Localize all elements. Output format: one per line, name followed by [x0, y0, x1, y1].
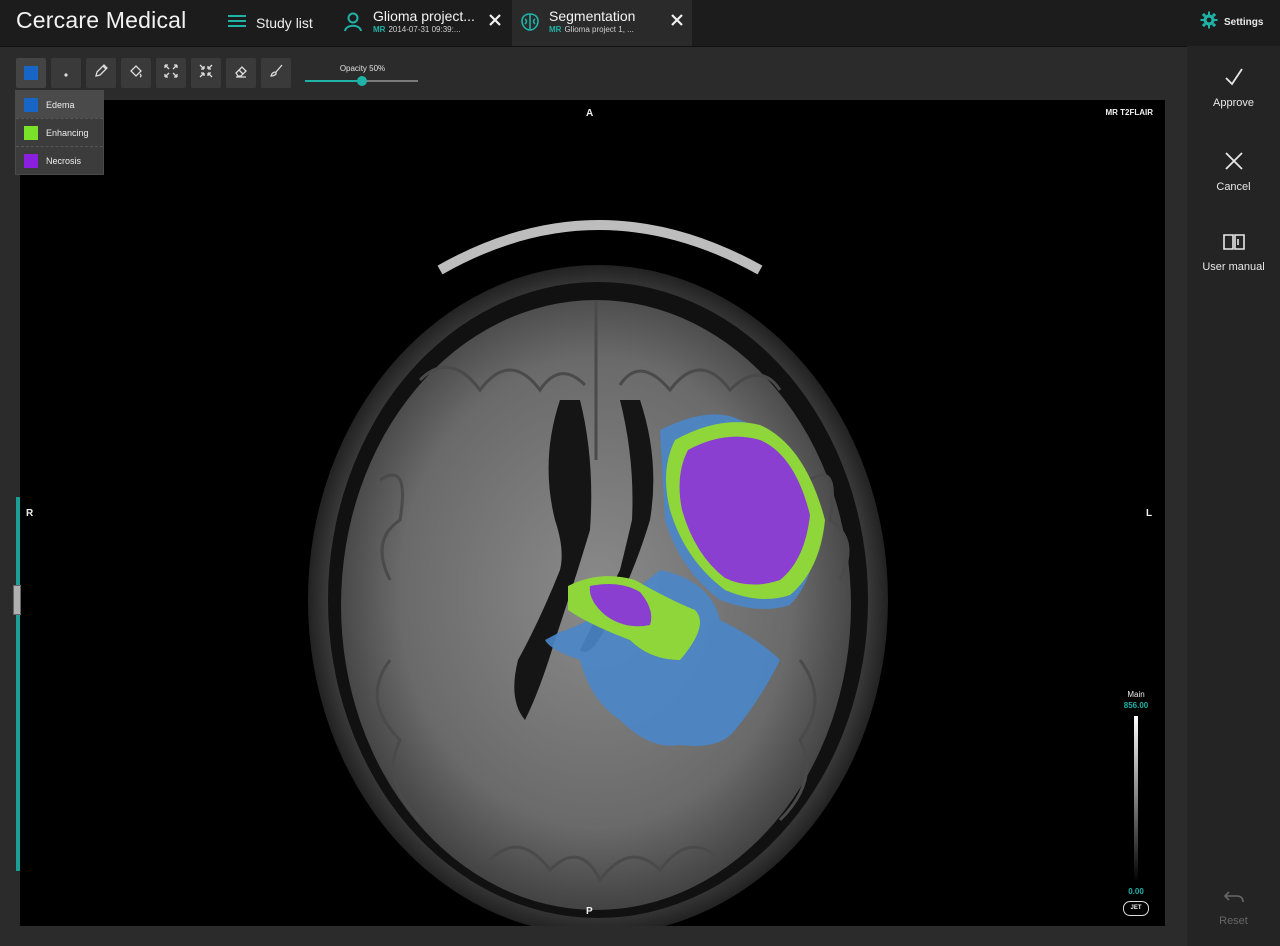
approve-label: Approve	[1213, 97, 1254, 109]
tab-title: Glioma project...	[373, 8, 475, 24]
gear-icon	[1200, 11, 1218, 34]
expand-icon	[163, 63, 179, 84]
eraser-icon	[233, 63, 249, 84]
lut-button[interactable]: JET	[1123, 901, 1149, 916]
user-icon	[344, 12, 362, 37]
settings-label: Settings	[1224, 17, 1264, 28]
fill-tool-button[interactable]	[121, 58, 151, 88]
action-panel: Approve Cancel User manual Reset	[1187, 46, 1280, 946]
window-gradient-bar[interactable]	[1134, 716, 1138, 882]
window-max: 856.00	[1123, 701, 1149, 710]
label-color-button[interactable]	[16, 58, 46, 88]
shrink-tool-button[interactable]	[191, 58, 221, 88]
opacity-slider-thumb[interactable]	[356, 76, 367, 86]
label-name: Necrosis	[46, 155, 82, 166]
settings-button[interactable]: Settings	[1200, 11, 1263, 34]
opacity-control: Opacity 50%	[305, 64, 420, 86]
user-manual-button[interactable]: User manual	[1187, 232, 1280, 273]
brush-icon	[268, 63, 284, 84]
reset-button[interactable]: Reset	[1187, 888, 1280, 927]
image-viewport[interactable]: A P R L MR T2FLAIR Main 856.00 0.00 JET	[20, 100, 1165, 926]
opacity-label: Opacity 50%	[339, 64, 386, 73]
check-icon	[1223, 68, 1245, 92]
close-tab-icon[interactable]	[488, 13, 502, 32]
window-level-control: Main 856.00 0.00 JET	[1114, 690, 1158, 916]
top-bar: Cercare Medical Study list Glioma projec…	[0, 0, 1280, 47]
orientation-posterior: P	[586, 906, 593, 917]
app-brand: Cercare Medical	[16, 7, 187, 33]
tab-modality: MR	[373, 25, 386, 34]
cancel-button[interactable]: Cancel	[1187, 150, 1280, 193]
orientation-left: L	[1146, 508, 1153, 519]
tab-subtitle: 2014-07-31 09:39:...	[388, 25, 461, 34]
menu-icon	[228, 14, 246, 33]
label-swatch	[24, 97, 38, 112]
color-swatch	[24, 66, 38, 80]
cancel-label: Cancel	[1216, 181, 1251, 193]
tab-segmentation[interactable]: Segmentation MR Glioma project 1, ...	[512, 0, 692, 46]
tab-title: Segmentation	[549, 8, 636, 24]
frontal-rim	[437, 220, 763, 275]
shrink-icon	[198, 63, 214, 84]
study-list-button[interactable]: Study list	[228, 0, 336, 46]
pencil-icon	[93, 63, 109, 84]
label-name: Enhancing	[46, 127, 89, 138]
window-min: 0.00	[1128, 887, 1144, 896]
pencil-tool-button[interactable]	[86, 58, 116, 88]
close-tab-icon[interactable]	[670, 13, 684, 32]
brush-size-button[interactable]	[51, 58, 81, 88]
label-swatch	[24, 125, 38, 140]
eraser-tool-button[interactable]	[226, 58, 256, 88]
orientation-anterior: A	[586, 108, 594, 119]
study-list-label: Study list	[256, 15, 313, 31]
opacity-slider[interactable]	[305, 76, 418, 86]
dot-icon	[64, 64, 68, 82]
reset-label: Reset	[1219, 915, 1248, 927]
tab-subtitle: Glioma project 1, ...	[564, 25, 634, 34]
tab-patient[interactable]: Glioma project... MR 2014-07-31 09:39:...	[336, 0, 510, 46]
approve-button[interactable]: Approve	[1187, 66, 1280, 109]
undo-icon	[1223, 891, 1245, 910]
label-item-edema[interactable]: Edema	[16, 91, 103, 118]
brain-icon	[520, 12, 540, 37]
expand-tool-button[interactable]	[156, 58, 186, 88]
user-manual-label: User manual	[1202, 261, 1265, 273]
label-swatch	[24, 153, 38, 168]
opacity-slider-fill	[305, 80, 362, 82]
label-dropdown: Edema Enhancing Necrosis	[15, 90, 104, 175]
orientation-right: R	[26, 508, 34, 519]
brush-tool-button[interactable]	[261, 58, 291, 88]
label-item-enhancing[interactable]: Enhancing	[16, 118, 103, 146]
slice-scrollbar-handle[interactable]	[13, 585, 21, 615]
slice-scrollbar[interactable]	[16, 497, 20, 871]
label-name: Edema	[46, 99, 75, 110]
mri-image	[308, 220, 888, 926]
window-name: Main	[1127, 690, 1145, 699]
close-icon	[1223, 152, 1245, 176]
tab-modality: MR	[549, 25, 562, 34]
series-label: MR T2FLAIR	[1105, 108, 1153, 117]
book-icon	[1222, 234, 1246, 256]
label-item-necrosis[interactable]: Necrosis	[16, 146, 103, 174]
fill-icon	[128, 63, 144, 84]
